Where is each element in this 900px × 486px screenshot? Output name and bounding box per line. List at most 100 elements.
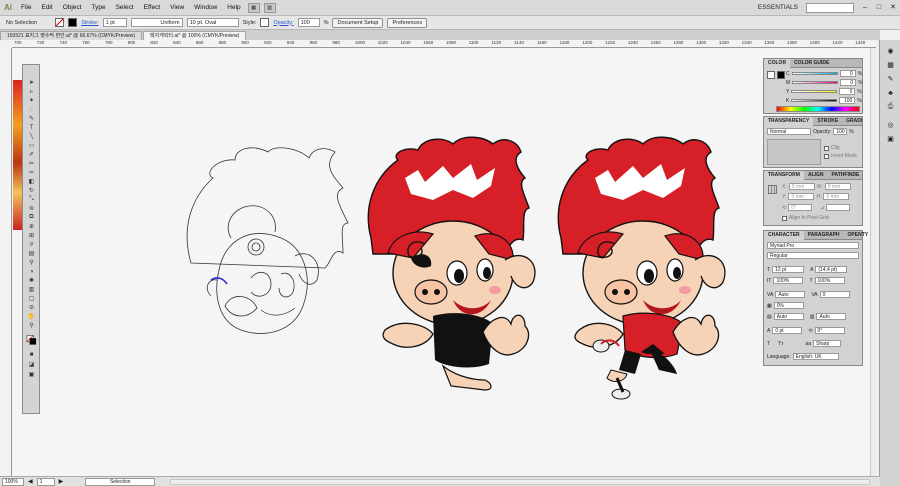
align-to-pixel-grid-checkbox[interactable] xyxy=(782,215,787,221)
tab-transform[interactable]: TRANSFORM xyxy=(764,170,804,180)
tab-opentype[interactable]: OPENTY xyxy=(844,231,873,240)
tab-gradient[interactable]: GRADI xyxy=(842,117,866,126)
aki-left-field[interactable]: Auto xyxy=(773,313,804,320)
menu-object[interactable]: Object xyxy=(58,0,87,16)
opacity-label[interactable]: Opacity: xyxy=(273,20,293,26)
tab-color[interactable]: COLOR xyxy=(764,58,791,68)
color-panel-icon[interactable]: ◉ xyxy=(885,46,896,56)
tab-color-guide[interactable]: COLOR GUIDE xyxy=(790,59,833,68)
column-graph-tool-icon[interactable]: ▥ xyxy=(26,286,37,293)
channel-m-slider[interactable] xyxy=(792,81,839,84)
kerning-field[interactable]: Auto xyxy=(775,291,806,298)
character-artwork[interactable] xyxy=(13,48,876,476)
tracking-field[interactable]: 0 xyxy=(819,291,850,298)
screen-mode-icon[interactable]: ▣ xyxy=(26,371,37,378)
character-rotation-field[interactable]: 0° xyxy=(814,327,845,334)
selection-tool-icon[interactable]: ➤ xyxy=(26,79,37,86)
tab-align[interactable]: ALIGN xyxy=(804,171,828,180)
drawing-mode-icon[interactable]: ◪ xyxy=(26,361,37,368)
menu-file[interactable]: File xyxy=(16,0,36,16)
h-field[interactable]: 0 mm xyxy=(823,193,850,200)
appearance-panel-icon[interactable]: ◎ xyxy=(885,120,896,130)
perspective-grid-tool-icon[interactable]: ⊞ xyxy=(26,232,37,239)
magic-wand-tool-icon[interactable]: ✦ xyxy=(26,97,37,104)
baseline-shift-field[interactable]: 0 pt xyxy=(772,327,803,334)
scale-tool-icon[interactable]: ⤡ xyxy=(26,196,37,203)
color-stroke-swatch[interactable] xyxy=(777,71,785,79)
channel-k-field[interactable]: 100 xyxy=(839,97,856,104)
vertical-scale-field[interactable]: 100% xyxy=(773,277,804,284)
status-mode[interactable]: Selection xyxy=(85,477,156,486)
tab-character[interactable]: CHARACTER xyxy=(764,230,804,240)
document-tab-1[interactable]: 150521 표지그 영수막 편안.ai* @ 66.67% (CMYK/Pre… xyxy=(0,31,143,40)
zoom-select[interactable]: 100% xyxy=(2,477,24,486)
reference-point-icon[interactable] xyxy=(768,185,777,194)
channel-c-field[interactable]: 0 xyxy=(839,70,856,77)
zoom-tool-icon[interactable]: ⚲ xyxy=(26,322,37,329)
mesh-tool-icon[interactable]: # xyxy=(26,241,37,248)
print-panel-icon[interactable]: ⎙ xyxy=(885,102,896,112)
y-field[interactable]: 0 mm xyxy=(788,193,815,200)
channel-y-field[interactable]: 0 xyxy=(839,88,856,95)
help-search-input[interactable] xyxy=(806,2,854,13)
brush-select[interactable]: 10 pt. Oval xyxy=(186,18,239,27)
blend-tool-icon[interactable]: ◑ xyxy=(26,268,37,275)
tsume-field[interactable]: 0% xyxy=(773,302,804,309)
symbols-panel-icon[interactable]: ♣ xyxy=(885,88,896,98)
antialias-select[interactable]: Sharp xyxy=(812,340,841,347)
eyedropper-tool-icon[interactable]: ⚲ xyxy=(26,259,37,266)
line-tool-icon[interactable]: ╲ xyxy=(26,133,37,140)
symbol-sprayer-tool-icon[interactable]: ✺ xyxy=(26,277,37,284)
font-style-select[interactable]: Regular xyxy=(767,252,859,259)
bridge-icon[interactable]: ▦ xyxy=(247,2,260,13)
type-tool-icon[interactable]: T xyxy=(26,124,37,131)
fill-swatch[interactable] xyxy=(55,18,65,27)
font-size-field[interactable]: 12 pt xyxy=(772,266,805,273)
swatches-panel-icon[interactable]: ▦ xyxy=(885,60,896,70)
all-caps-icon[interactable]: T xyxy=(767,341,770,347)
rotate-tool-icon[interactable]: ↻ xyxy=(26,187,37,194)
tab-stroke[interactable]: STROKE xyxy=(813,117,842,126)
menu-view[interactable]: View xyxy=(165,0,189,16)
menu-edit[interactable]: Edit xyxy=(36,0,57,16)
vertical-scrollbar[interactable] xyxy=(870,48,876,476)
paintbrush-tool-icon[interactable]: ✐ xyxy=(26,151,37,158)
blend-mode-select[interactable]: Normal xyxy=(767,128,811,135)
color-spectrum-bar[interactable] xyxy=(776,106,860,112)
artboard-canvas[interactable] xyxy=(13,48,876,476)
direct-selection-tool-icon[interactable]: ▹ xyxy=(26,88,37,95)
prev-artboard-icon[interactable]: ◀ xyxy=(28,478,33,485)
document-setup-button[interactable]: Document Setup xyxy=(332,17,384,28)
free-transform-tool-icon[interactable]: ⧉ xyxy=(26,214,37,221)
channel-c-slider[interactable] xyxy=(791,72,838,75)
channel-y-slider[interactable] xyxy=(791,90,838,93)
document-tab-2[interactable]: 돼지캐릭터.ai* @ 100% (CMYK/Preview) xyxy=(143,31,247,40)
artboard-field[interactable]: 1 xyxy=(36,477,55,486)
stroke-weight-field[interactable]: 1 pt xyxy=(102,18,127,27)
next-artboard-icon[interactable]: ▶ xyxy=(59,478,64,485)
artboard-tool-icon[interactable]: ▢ xyxy=(26,295,37,302)
font-family-select[interactable]: Myriad Pro xyxy=(767,242,859,249)
vertical-ruler[interactable] xyxy=(0,48,12,476)
rectangle-tool-icon[interactable]: ▭ xyxy=(26,142,37,149)
stroke-label[interactable]: Stroke: xyxy=(81,20,98,26)
shape-builder-tool-icon[interactable]: ⊕ xyxy=(26,223,37,230)
menu-window[interactable]: Window xyxy=(189,0,222,16)
tab-pathfinder[interactable]: PATHFINDE xyxy=(828,171,864,180)
maximize-icon[interactable]: □ xyxy=(873,3,885,13)
channel-m-field[interactable]: 0 xyxy=(840,79,857,86)
layers-panel-icon[interactable]: ▣ xyxy=(885,134,896,144)
gradient-tool-icon[interactable]: ▤ xyxy=(26,250,37,257)
hand-tool-icon[interactable]: ✋ xyxy=(26,313,37,320)
channel-k-slider[interactable] xyxy=(791,99,838,102)
horizontal-ruler[interactable]: 700 720 740 760 780 800 820 840 860 880 900 920 940 9… xyxy=(12,40,876,48)
fill-stroke-icon[interactable] xyxy=(26,333,37,347)
stroke-profile-select[interactable]: Uniform xyxy=(130,18,183,27)
preferences-button[interactable]: Preferences xyxy=(387,17,428,28)
arrange-documents-icon[interactable]: ▥ xyxy=(263,2,276,13)
leading-field[interactable]: (14.4 pt) xyxy=(815,266,848,273)
tab-transparency[interactable]: TRANSPARENCY xyxy=(764,116,814,126)
clip-checkbox[interactable] xyxy=(824,145,829,151)
language-select[interactable]: English: UK xyxy=(792,353,839,360)
brushes-panel-icon[interactable]: ✎ xyxy=(885,74,896,84)
